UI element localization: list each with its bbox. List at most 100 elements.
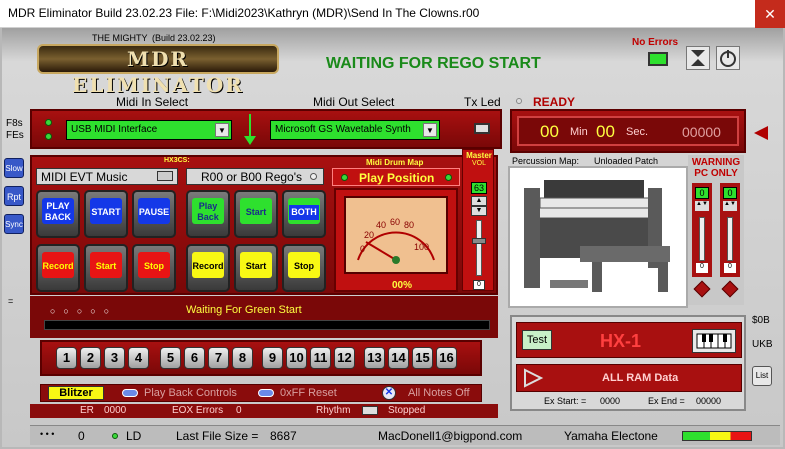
channel-button[interactable]: 8 — [232, 347, 253, 369]
midi-in-label: Midi In Select — [116, 95, 189, 109]
rego-start-pad[interactable]: Start — [234, 190, 278, 238]
list-button[interactable]: List — [752, 366, 772, 386]
warning-line-1: WARNING — [691, 157, 741, 168]
no-errors-led — [648, 52, 668, 66]
channel-button[interactable]: 15 — [412, 347, 433, 369]
channel-button[interactable]: 3 — [104, 347, 125, 369]
ex-end-value: 00000 — [696, 396, 722, 406]
playback-controls-toggle[interactable] — [122, 389, 138, 397]
sob-label: $0B — [752, 315, 770, 326]
gauge-tick-60: 60 — [390, 217, 401, 227]
test-button[interactable]: Test — [522, 330, 552, 350]
chevron-down-icon[interactable]: ▼ — [215, 123, 229, 137]
timer-counter: 00000 — [682, 124, 721, 140]
warning-left-low: 0 — [696, 263, 708, 273]
rego-play-back-pad[interactable]: Play Back — [186, 190, 230, 238]
channel-button[interactable]: 7 — [208, 347, 229, 369]
volume-down-button[interactable]: ▼ — [471, 206, 487, 216]
start-pad[interactable]: START — [84, 190, 128, 238]
warning-left-stepper[interactable]: ▲▼ — [695, 201, 709, 211]
arrow-left-icon[interactable] — [752, 124, 770, 145]
evt-music-bar: MIDI EVT Music — [36, 168, 178, 185]
record-label: Record — [42, 252, 74, 278]
warning-right-slider[interactable] — [727, 217, 733, 261]
blitzer-button[interactable]: Blitzer — [48, 386, 104, 400]
rhythm-toggle[interactable] — [362, 406, 378, 415]
channel-button[interactable]: 14 — [388, 347, 409, 369]
er-label: ER — [80, 405, 94, 416]
status-count: 0 — [78, 429, 85, 443]
channel-button[interactable]: 2 — [80, 347, 101, 369]
reset-toggle[interactable] — [258, 389, 274, 397]
play-back-pad[interactable]: PLAY BACK — [36, 190, 80, 238]
warning-left-diamond[interactable] — [693, 280, 711, 298]
volume-slider-thumb[interactable] — [472, 238, 486, 244]
waiting-green-label: Waiting For Green Start — [186, 304, 302, 316]
volume-value: 63 — [471, 182, 487, 194]
percussion-map-value: Unloaded Patch — [594, 156, 659, 166]
channel-button[interactable]: 6 — [184, 347, 205, 369]
app-logo: MDR ELIMINATOR — [37, 44, 279, 97]
error-strip — [30, 404, 498, 418]
record-pad[interactable]: Record — [36, 244, 80, 292]
warning-panel: WARNING PC ONLY 0 ▲▼ 0 0 ▲▼ 0 — [688, 155, 744, 305]
record-stop-pad[interactable]: Stop — [132, 244, 176, 292]
channel-button[interactable]: 10 — [286, 347, 307, 369]
midi-in-dot-2 — [45, 133, 52, 140]
channel-button[interactable]: 1 — [56, 347, 77, 369]
slow-button[interactable]: Slow — [4, 158, 24, 178]
play-position-dot-left — [341, 174, 348, 181]
warning-right-diamond[interactable] — [721, 280, 739, 298]
progress-bar — [44, 320, 490, 330]
pause-pad[interactable]: PAUSE — [132, 190, 176, 238]
chevron-down-icon[interactable]: ▼ — [423, 123, 437, 137]
status-device: Yamaha Electone — [564, 429, 658, 443]
build-label: (Build 23.02.23) — [152, 33, 216, 43]
close-button[interactable]: ✕ — [755, 0, 785, 28]
volume-up-button[interactable]: ▲ — [471, 196, 487, 206]
channel-button[interactable]: 16 — [436, 347, 457, 369]
power-icon[interactable] — [716, 46, 740, 70]
start-label: START — [90, 198, 122, 224]
midi-out-select[interactable]: Microsoft GS Wavetable Synth ▼ — [270, 120, 440, 140]
status-email: MacDonell1@bigpond.com — [378, 429, 523, 443]
status-ld: LD — [126, 429, 142, 443]
all-ram-data: ALL RAM Data — [602, 372, 679, 384]
play-icon[interactable] — [522, 368, 544, 388]
drum-map-label: Midi Drum Map — [366, 158, 424, 167]
warning-right-channel: 0 ▲▼ 0 — [720, 183, 740, 277]
pause-label: PAUSE — [138, 198, 170, 224]
evt-music-label: MIDI EVT Music — [41, 170, 128, 184]
channel-button[interactable]: 13 — [364, 347, 385, 369]
midi-in-select[interactable]: USB MIDI Interface ▼ — [66, 120, 232, 140]
reset-label: 0xFF Reset — [280, 387, 337, 399]
eox-value: 0 — [236, 405, 242, 416]
gauge-tick-20: 20 — [364, 230, 375, 240]
channel-button[interactable]: 12 — [334, 347, 355, 369]
warning-left-slider[interactable] — [699, 217, 705, 261]
repeat-button[interactable]: Rpt — [4, 186, 24, 206]
warning-right-stepper[interactable]: ▲▼ — [723, 201, 737, 211]
rego-dot[interactable] — [310, 173, 317, 180]
all-notes-off-icon[interactable]: ✕ — [382, 386, 396, 400]
record-start-pad[interactable]: Start — [84, 244, 128, 292]
gauge-face: 0 20 40 60 80 100 — [344, 196, 448, 274]
channel-button[interactable]: 5 — [160, 347, 181, 369]
rego-record-start-pad[interactable]: Start — [234, 244, 278, 292]
rego-record-stop-pad[interactable]: Stop — [282, 244, 326, 292]
play-position-bar: Play Position — [332, 168, 460, 186]
minimize-icon[interactable] — [686, 46, 710, 70]
evt-toggle[interactable] — [157, 171, 173, 181]
both-pad[interactable]: BOTH — [282, 190, 326, 238]
channel-button[interactable]: 4 — [128, 347, 149, 369]
volume-slider[interactable] — [476, 220, 482, 276]
rego-record-pad[interactable]: Record — [186, 244, 230, 292]
window-title-bar: MDR Eliminator Build 23.02.23 File: F:\M… — [0, 0, 785, 28]
tx-led-button[interactable] — [474, 123, 490, 134]
arrow-down-icon — [243, 114, 257, 149]
keyboard-icon[interactable] — [692, 329, 736, 353]
no-errors-label: No Errors — [632, 37, 679, 48]
channel-button[interactable]: 9 — [262, 347, 283, 369]
channel-button[interactable]: 11 — [310, 347, 331, 369]
sync-button[interactable]: Sync — [4, 214, 24, 234]
